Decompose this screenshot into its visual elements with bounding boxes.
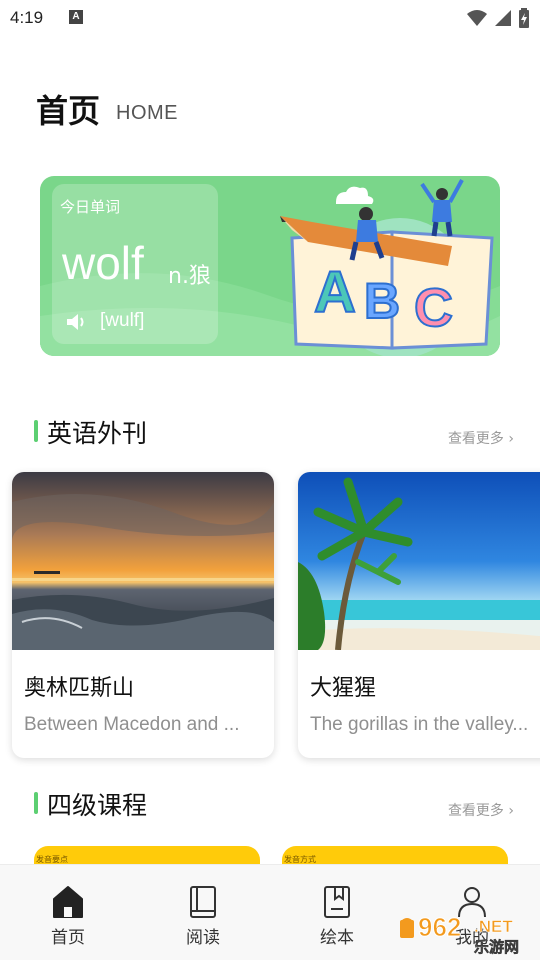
section-title: 英语外刊 <box>47 419 148 448</box>
word-card-label: 今日单词 <box>60 198 121 216</box>
section-accent-bar <box>34 792 38 814</box>
picture-book-icon <box>324 886 350 918</box>
word-text: wolf <box>62 237 144 289</box>
section-title: 四级课程 <box>47 791 148 820</box>
nav-label: 阅读 <box>186 928 220 948</box>
page-title: 首页 <box>36 92 101 130</box>
nav-label: 首页 <box>51 928 85 948</box>
site-watermark-logo: 962 .NET 乐游网 <box>400 912 519 956</box>
svg-text:C: C <box>414 278 453 338</box>
svg-text:.NET: .NET <box>474 917 513 936</box>
sunset-sea-photo <box>12 472 274 650</box>
status-time: 4:19 <box>10 8 44 27</box>
article-description: Between Macedon and ... <box>24 714 240 735</box>
page-subtitle: HOME <box>116 102 178 124</box>
svg-text:乐游网: 乐游网 <box>474 938 519 956</box>
svg-text:B: B <box>364 273 400 329</box>
word-of-day-card[interactable]: 今日单词 wolf n.狼 [wulf] A B C <box>40 176 500 356</box>
section-cet4-courses: 四级课程 查看更多 › <box>32 786 522 822</box>
see-more-link[interactable]: 查看更多 › <box>448 428 514 448</box>
status-bar: 4:19 A <box>0 0 540 36</box>
article-description: The gorillas in the valley... <box>310 714 529 735</box>
nav-item-picture-book[interactable]: 绘本 <box>297 865 377 960</box>
book-icon <box>190 886 216 918</box>
article-card[interactable]: 奥林匹斯山 Between Macedon and ... <box>12 472 274 758</box>
home-icon <box>53 886 83 918</box>
word-part-of-speech: n.狼 <box>168 264 211 289</box>
section-accent-bar <box>34 420 38 442</box>
section-english-journal: 英语外刊 查看更多 › <box>32 414 522 450</box>
signal-icon <box>495 10 511 26</box>
article-title: 奥林匹斯山 <box>24 676 135 701</box>
notification-icon: A <box>69 10 83 24</box>
nav-item-home[interactable]: 首页 <box>28 865 108 960</box>
speaker-icon[interactable] <box>66 312 88 332</box>
status-icons <box>466 8 530 28</box>
tropical-beach-photo <box>298 472 540 650</box>
svg-text:A: A <box>314 260 356 325</box>
word-phonetic: [wulf] <box>100 310 145 331</box>
article-card[interactable]: 大猩猩 The gorillas in the valley... <box>298 472 540 758</box>
article-title: 大猩猩 <box>310 676 377 701</box>
nav-item-reading[interactable]: 阅读 <box>163 865 243 960</box>
battery-icon <box>519 8 529 28</box>
see-more-link[interactable]: 查看更多 › <box>448 800 514 820</box>
nav-label: 绘本 <box>320 928 354 948</box>
abc-book-illustration: A B C <box>280 179 494 356</box>
wifi-icon <box>467 10 487 26</box>
svg-text:962: 962 <box>418 912 461 942</box>
